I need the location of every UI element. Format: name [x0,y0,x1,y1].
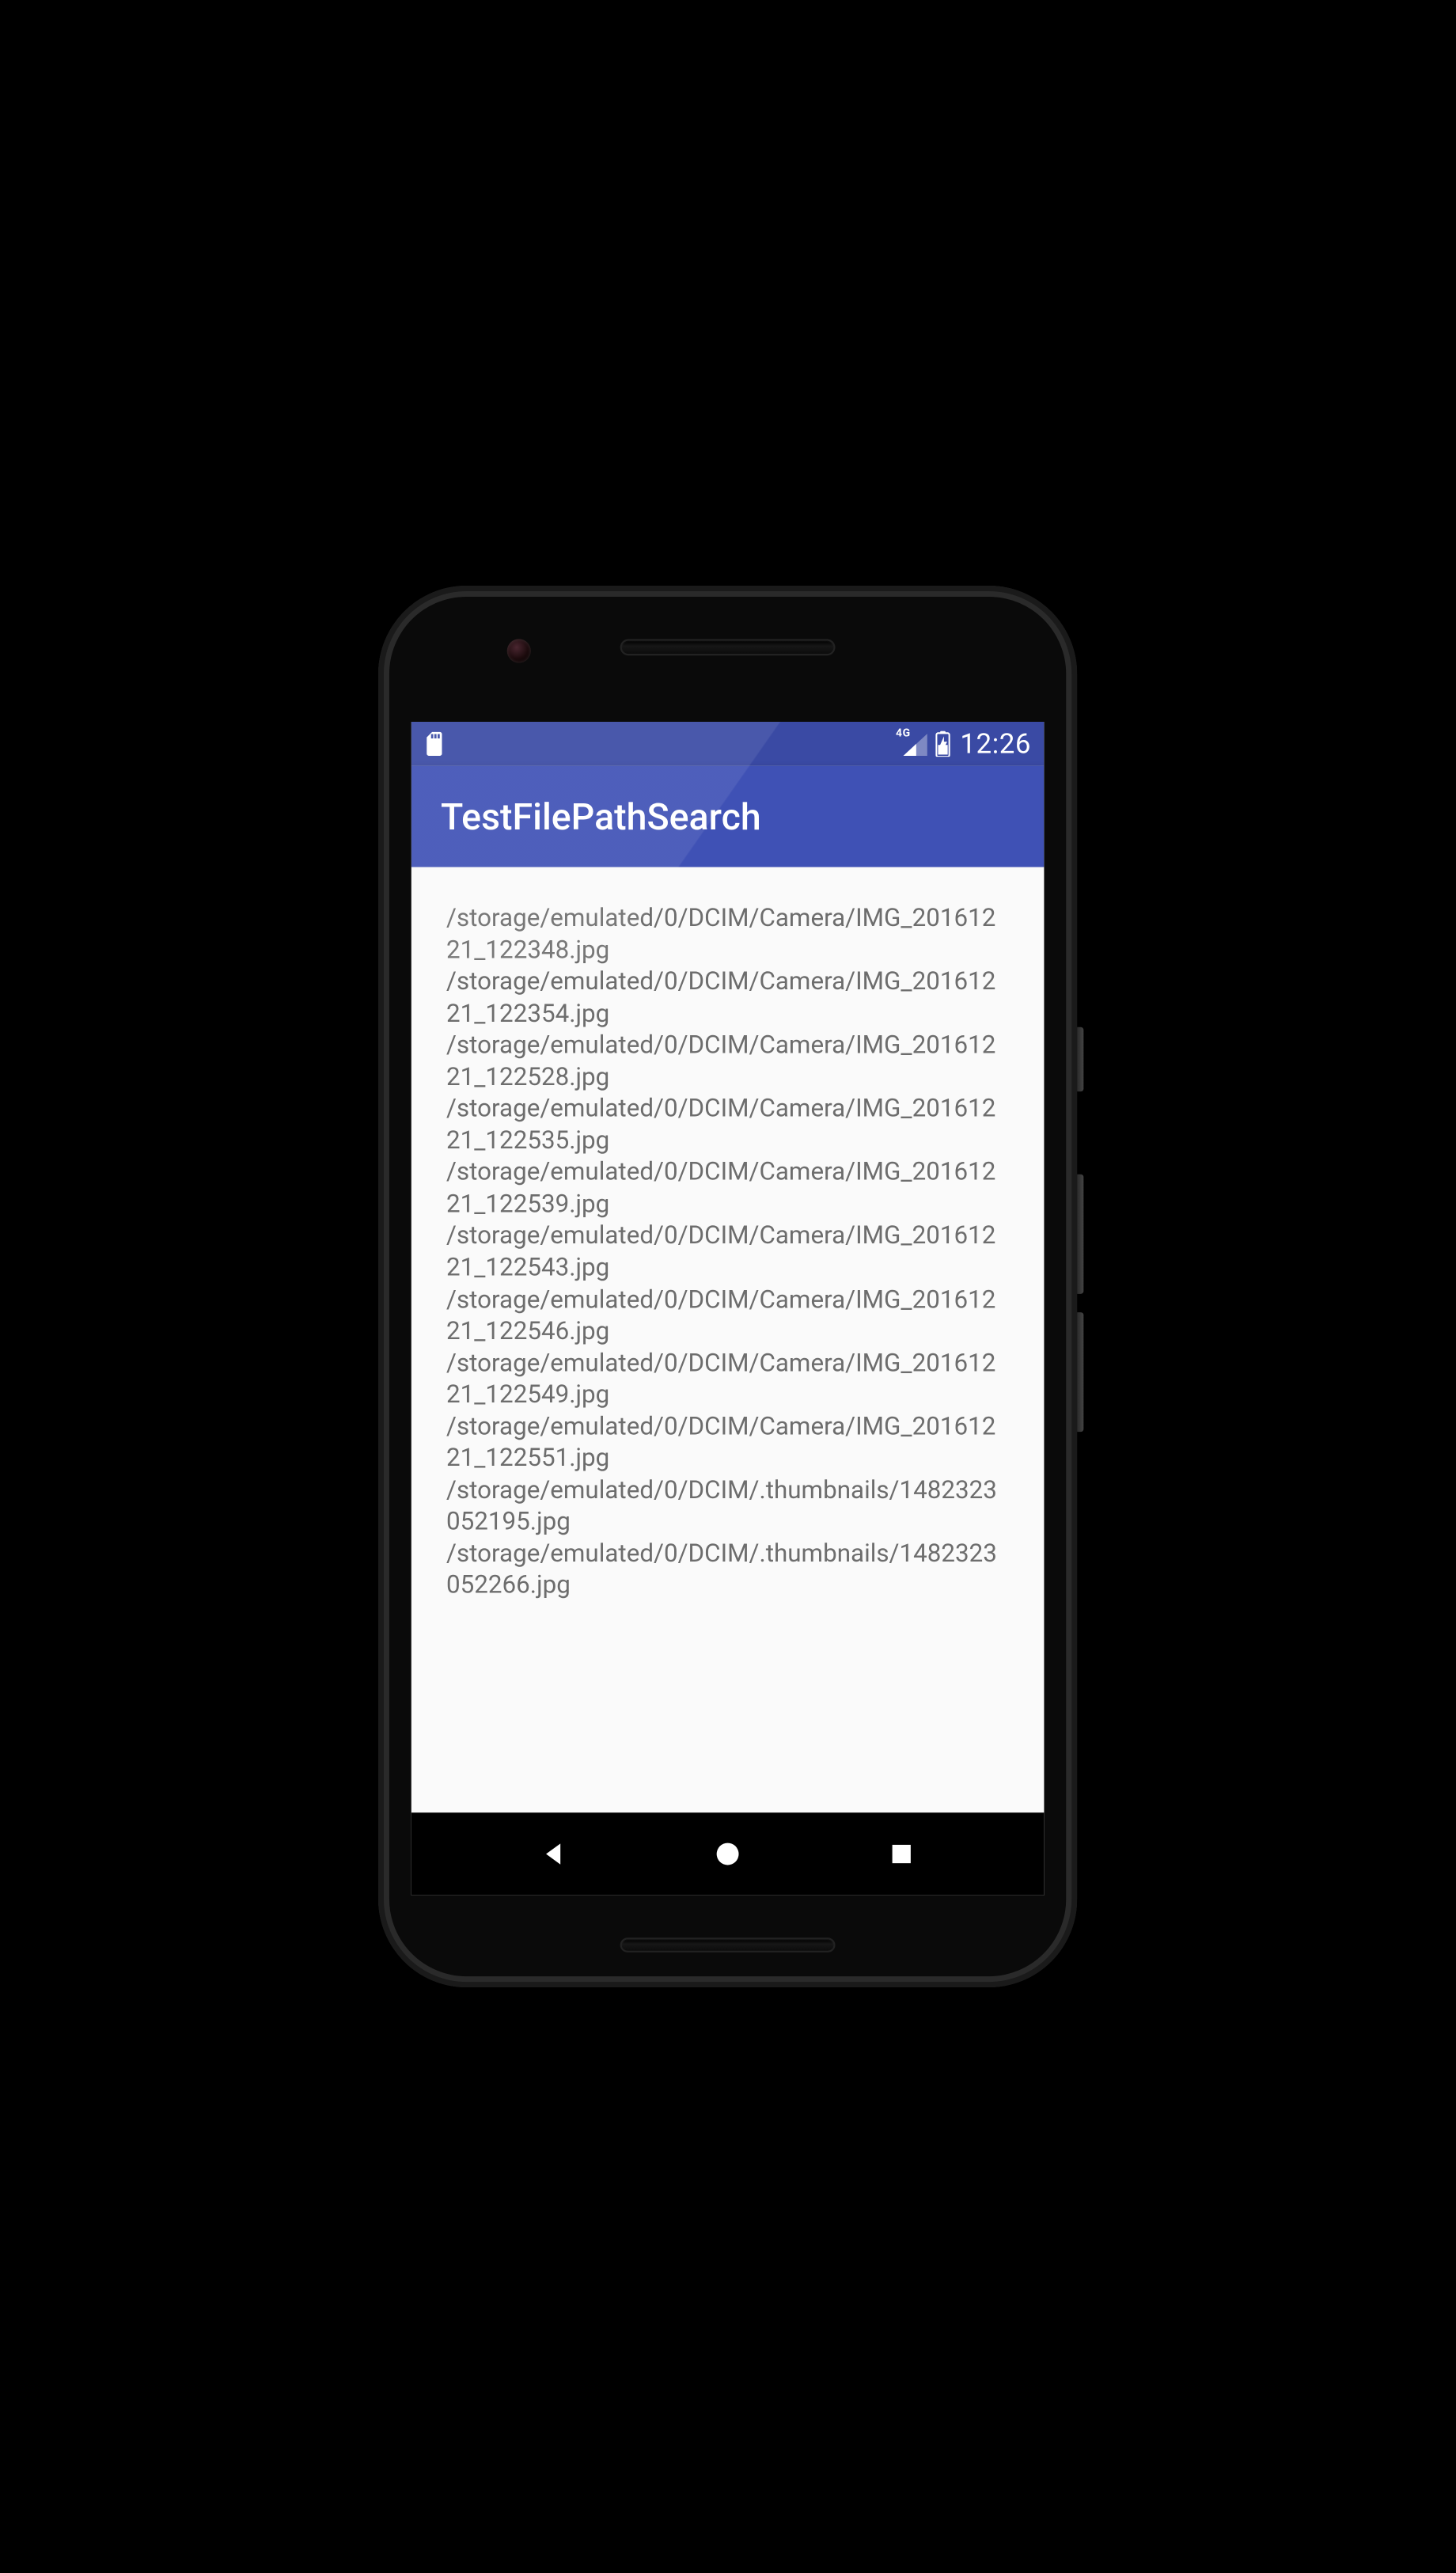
status-bar: 4G [411,722,1045,766]
volume-down-button [1078,1312,1084,1432]
content-area[interactable]: /storage/emulated/0/DCIM/Camera/IMG_2016… [411,867,1045,1813]
sd-card-icon [424,732,445,756]
file-path: /storage/emulated/0/DCIM/.thumbnails/148… [446,1538,1009,1601]
file-path: /storage/emulated/0/DCIM/Camera/IMG_2016… [446,1156,1009,1220]
app-bar: TestFilePathSearch [411,766,1045,867]
file-path: /storage/emulated/0/DCIM/Camera/IMG_2016… [446,1347,1009,1410]
overview-button[interactable] [862,1827,942,1882]
status-clock: 12:26 [961,728,1032,761]
file-path: /storage/emulated/0/DCIM/Camera/IMG_2016… [446,902,1009,966]
back-button[interactable] [514,1827,594,1882]
network-4g-icon: 4G [896,730,929,757]
battery-charging-icon [935,731,951,757]
file-path: /storage/emulated/0/DCIM/Camera/IMG_2016… [446,1093,1009,1156]
volume-up-button [1078,1175,1084,1294]
bottom-speaker [622,1940,833,1951]
file-path: /storage/emulated/0/DCIM/Camera/IMG_2016… [446,966,1009,1029]
home-button[interactable] [688,1827,768,1882]
top-speaker [599,641,856,654]
device-frame: 4G [378,586,1077,1987]
power-button [1078,1027,1084,1091]
file-path: /storage/emulated/0/DCIM/Camera/IMG_2016… [446,1220,1009,1283]
screen: 4G [411,722,1045,1896]
file-path: /storage/emulated/0/DCIM/.thumbnails/148… [446,1474,1009,1537]
file-path: /storage/emulated/0/DCIM/Camera/IMG_2016… [446,1410,1009,1474]
system-nav [411,1812,1045,1896]
file-path: /storage/emulated/0/DCIM/Camera/IMG_2016… [446,1283,1009,1346]
app-title: TestFilePathSearch [441,795,761,838]
front-camera-icon [507,639,531,662]
file-path: /storage/emulated/0/DCIM/Camera/IMG_2016… [446,1029,1009,1092]
file-path-list: /storage/emulated/0/DCIM/Camera/IMG_2016… [446,902,1009,1601]
